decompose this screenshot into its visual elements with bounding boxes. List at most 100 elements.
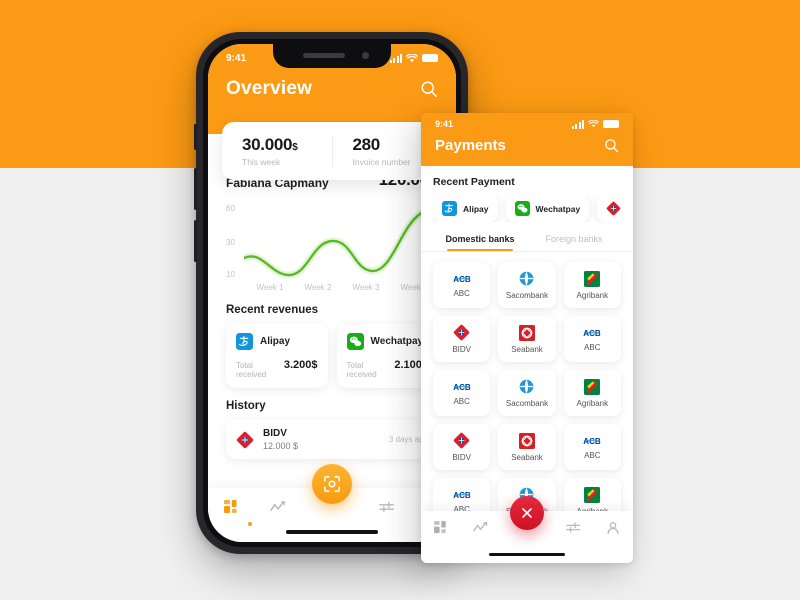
bank-card[interactable]: Seabank (498, 424, 556, 470)
payments-header: Payments (421, 135, 633, 166)
history-title: History (226, 400, 266, 412)
chart-xtick: Week 1 (256, 283, 284, 292)
agribank-icon (584, 270, 601, 287)
device-mute-button[interactable] (194, 124, 197, 150)
tab-dashboard[interactable] (433, 521, 448, 540)
sliders-filter-icon (378, 501, 394, 513)
acb-icon: ACB (453, 382, 471, 391)
sacombank-icon (520, 271, 534, 286)
history-item-bidv[interactable]: BIDV 12.000 $ 3 days ago (226, 420, 438, 459)
chart-ytick: 30 (226, 238, 235, 247)
person-profile-icon (607, 522, 619, 535)
tab-domestic-banks[interactable]: Domestic banks (433, 234, 527, 251)
bank-name: Seabank (511, 344, 543, 354)
payment-chip-label: Alipay (463, 203, 489, 214)
wechatpay-icon (514, 201, 530, 216)
stat-value: 280 (352, 135, 381, 154)
tab-active-underline (447, 249, 513, 251)
acb-icon: ACB (584, 328, 602, 337)
bank-card[interactable]: Sacombank (498, 262, 556, 308)
bank-name: Agribank (576, 398, 609, 408)
scan-qr-icon (324, 476, 340, 492)
payments-body: Recent Payment Alipay Wechatpay Domestic… (421, 166, 633, 251)
svg-text:ACB: ACB (584, 328, 602, 337)
acb-icon: ACB (453, 274, 471, 283)
bank-card[interactable]: Sacombank (498, 370, 556, 416)
tab-dashboard[interactable] (223, 500, 239, 520)
bank-card[interactable]: ACB ABC (563, 316, 621, 362)
revenue-line-chart: 60 30 10 Week 1 Week 2 Week 3 Week 4 (226, 200, 454, 292)
bidv-icon (453, 324, 470, 341)
bank-name: Sacombank (505, 399, 549, 408)
device-notch (273, 44, 391, 68)
scan-qr-button[interactable] (312, 464, 352, 504)
analytics-line-icon (473, 522, 488, 532)
payment-chip-alipay[interactable]: Alipay (433, 195, 498, 222)
home-indicator (489, 552, 565, 556)
revenue-card-alipay[interactable]: Alipay Total received 3.200$ (226, 324, 328, 388)
dashboard-grid-icon (223, 500, 237, 513)
close-button[interactable] (510, 496, 544, 530)
bank-grid: ACB ABC Sacombank Agribank BIDV Seabank (421, 252, 633, 524)
bank-card[interactable]: ACB ABC (433, 262, 491, 308)
chart-xtick: Week 3 (352, 283, 380, 292)
bank-name: Agribank (576, 290, 609, 300)
sliders-filter-icon (566, 522, 580, 533)
svg-text:ACB: ACB (453, 382, 471, 391)
svg-text:ACB: ACB (453, 274, 471, 283)
bank-name: ABC (453, 396, 470, 406)
tab-filters[interactable] (378, 500, 395, 519)
payment-chip-label: Wechatpay (535, 203, 581, 214)
bank-card[interactable]: ACB ABC (433, 370, 491, 416)
bank-card[interactable]: BIDV (433, 316, 491, 362)
bank-card[interactable]: Seabank (498, 316, 556, 362)
seabank-icon (518, 324, 535, 341)
search-icon[interactable] (604, 138, 619, 153)
agribank-icon (584, 486, 601, 503)
tab-profile[interactable] (606, 521, 620, 540)
payments-status-bar: 9:41 (421, 113, 633, 135)
recent-revenues-title: Recent revenues (226, 304, 319, 316)
chart-xtick: Week 2 (304, 283, 332, 292)
tab-label: Foreign banks (545, 234, 603, 244)
bank-card[interactable]: BIDV (433, 424, 491, 470)
tab-filters[interactable] (566, 521, 581, 539)
search-icon[interactable] (420, 80, 438, 98)
bank-name: BIDV (452, 453, 471, 462)
close-x-icon (522, 508, 532, 518)
earpiece-speaker-icon (303, 53, 345, 58)
cellular-bars-icon (571, 119, 584, 129)
home-indicator (286, 530, 378, 534)
bidv-icon (453, 432, 470, 449)
stat-this-week: 30.000$ This week (222, 135, 332, 167)
device-volume-up-button[interactable] (194, 168, 197, 210)
device-volume-down-button[interactable] (194, 220, 197, 262)
bank-name: ABC (584, 342, 601, 352)
tab-analytics[interactable] (269, 500, 287, 520)
tab-foreign-banks[interactable]: Foreign banks (527, 234, 621, 251)
payment-chip-wechatpay[interactable]: Wechatpay (505, 195, 590, 222)
bank-card[interactable]: Agribank (563, 262, 621, 308)
tab-analytics[interactable] (473, 521, 489, 540)
bidv-icon (236, 431, 254, 448)
stat-value: 30.000 (242, 135, 293, 154)
bank-name: Seabank (511, 452, 543, 462)
payment-chip-wallet[interactable]: Wallet (597, 195, 621, 222)
revenue-sublabel: Total received (346, 361, 377, 379)
battery-icon (603, 120, 619, 128)
payments-screen: 9:41 Payments Recent Payment Alipay Wech… (421, 113, 633, 563)
bank-card[interactable]: ACB ABC (563, 424, 621, 470)
tab-label: Domestic banks (445, 234, 515, 244)
revenue-sublabel: Total received (236, 361, 267, 379)
revenue-name: Wechatpay (370, 336, 424, 347)
alipay-icon (442, 201, 457, 216)
recent-revenues-list: Alipay Total received 3.200$ Wechatpay T… (226, 324, 438, 388)
alipay-icon (236, 333, 253, 350)
seabank-icon (518, 432, 535, 449)
bank-card[interactable]: Agribank (563, 370, 621, 416)
page-title: Overview (226, 78, 313, 99)
wifi-icon (588, 120, 599, 128)
bank-name: BIDV (452, 345, 471, 354)
sacombank-icon (520, 379, 534, 394)
recent-payment-list: Alipay Wechatpay (433, 195, 621, 222)
